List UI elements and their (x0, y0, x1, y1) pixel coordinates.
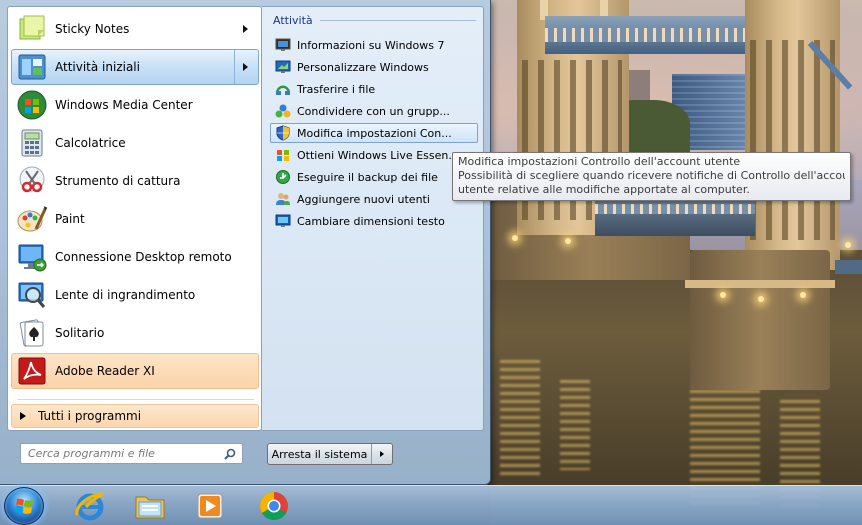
search-icon[interactable] (224, 448, 236, 460)
all-programs-button[interactable]: Tutti i programmi (11, 404, 259, 428)
all-programs-label: Tutti i programmi (38, 409, 142, 423)
windows-flag-icon (275, 147, 291, 163)
tooltip-line-1: Possibilità di scegliere quando ricevere… (458, 169, 845, 182)
task-backup[interactable]: Eseguire il backup dei file (270, 167, 478, 187)
task-label: Eseguire il backup dei file (297, 170, 438, 184)
task-text-size[interactable]: Cambiare dimensioni testo (270, 211, 478, 231)
task-personalize[interactable]: Personalizzare Windows (270, 57, 478, 77)
tooltip-title: Modifica impostazioni Controllo dell'acc… (458, 155, 741, 168)
tooltip-line-2: utente relative alle modifiche apportate… (458, 183, 750, 196)
snipping-tool-icon (16, 165, 48, 197)
windows-logo-icon (15, 498, 33, 514)
shutdown-options-button[interactable] (372, 444, 392, 464)
windows-info-icon (275, 37, 291, 53)
task-label: Modifica impostazioni Con... (297, 126, 452, 140)
program-label: Lente di ingrandimento (55, 288, 196, 302)
display-text-size-icon (275, 213, 291, 229)
search-box[interactable] (20, 443, 243, 464)
program-snipping-tool[interactable]: Strumento di cattura (11, 163, 259, 199)
media-player-icon (197, 493, 223, 519)
task-windows-live[interactable]: Ottieni Windows Live Essen... (270, 145, 478, 165)
taskbar-chrome[interactable] (244, 487, 304, 525)
magnifier-icon (16, 279, 48, 311)
getting-started-icon (16, 51, 48, 83)
program-label: Adobe Reader XI (55, 364, 155, 378)
users-icon (275, 191, 291, 207)
submenu-arrow-icon (243, 25, 248, 33)
task-add-users[interactable]: Aggiungere nuovi utenti (270, 189, 478, 209)
separator (18, 399, 254, 400)
chevron-right-icon (380, 451, 384, 457)
program-label: Attività iniziali (55, 60, 140, 74)
task-label: Aggiungere nuovi utenti (297, 192, 430, 206)
task-label: Cambiare dimensioni testo (297, 214, 445, 228)
program-label: Solitario (55, 326, 105, 340)
triangle-right-icon (20, 412, 26, 420)
start-button[interactable] (4, 487, 44, 525)
shutdown-button[interactable]: Arresta il sistema (268, 444, 372, 464)
program-magnifier[interactable]: Lente di ingrandimento (11, 277, 259, 313)
paint-icon (16, 203, 48, 235)
backup-icon (275, 169, 291, 185)
task-homegroup[interactable]: Condividere con un grupp... (270, 101, 478, 121)
program-label: Sticky Notes (55, 22, 130, 36)
program-label: Strumento di cattura (55, 174, 181, 188)
task-label: Personalizzare Windows (297, 60, 429, 74)
program-adobe-reader[interactable]: Adobe Reader XI (11, 353, 259, 389)
jump-list-header: Attività (273, 14, 313, 27)
calculator-icon (16, 127, 48, 159)
program-paint[interactable]: Paint (11, 201, 259, 237)
easy-transfer-icon (275, 81, 291, 97)
solitaire-icon (16, 317, 48, 349)
program-solitaire[interactable]: Solitario (11, 315, 259, 351)
program-remote-desktop[interactable]: Connessione Desktop remoto (11, 239, 259, 275)
adobe-reader-icon (16, 355, 48, 387)
program-label: Connessione Desktop remoto (55, 250, 232, 264)
task-uac-settings[interactable]: Modifica impostazioni Con... (270, 123, 478, 143)
start-menu: Sticky Notes Attività iniziali Windows M… (0, 0, 491, 485)
tooltip: Modifica impostazioni Controllo dell'acc… (452, 152, 851, 201)
program-getting-started[interactable]: Attività iniziali (11, 49, 259, 85)
programs-pane: Sticky Notes Attività iniziali Windows M… (7, 6, 262, 431)
task-easy-transfer[interactable]: Trasferire i file (270, 79, 478, 99)
program-windows-media-center[interactable]: Windows Media Center (11, 87, 259, 123)
task-windows-info[interactable]: Informazioni su Windows 7 (270, 35, 478, 55)
sticky-notes-icon (16, 13, 48, 45)
jump-list-divider (320, 20, 476, 21)
uac-shield-icon (275, 125, 291, 141)
submenu-arrow-icon (243, 63, 248, 71)
remote-desktop-icon (16, 241, 48, 273)
windows-media-center-icon (16, 89, 48, 121)
program-label: Calcolatrice (55, 136, 126, 150)
task-label: Ottieni Windows Live Essen... (297, 148, 459, 162)
taskbar-media-player[interactable] (180, 487, 240, 525)
windows-explorer-icon (135, 496, 165, 519)
personalize-icon (275, 59, 291, 75)
taskbar (0, 485, 862, 525)
internet-explorer-icon (75, 492, 104, 521)
task-label: Condividere con un grupp... (297, 104, 450, 118)
program-label: Paint (55, 212, 85, 226)
taskbar-internet-explorer[interactable] (60, 487, 120, 525)
search-input[interactable] (21, 447, 211, 460)
chrome-icon (260, 492, 288, 520)
task-label: Trasferire i file (297, 82, 376, 96)
program-label: Windows Media Center (55, 98, 193, 112)
task-label: Informazioni su Windows 7 (297, 38, 445, 52)
taskbar-windows-explorer[interactable] (120, 487, 180, 525)
program-calculator[interactable]: Calcolatrice (11, 125, 259, 161)
program-sticky-notes[interactable]: Sticky Notes (11, 11, 259, 47)
homegroup-icon (275, 103, 291, 119)
shutdown-control: Arresta il sistema (267, 443, 393, 465)
jump-list-pane: Attività Informazioni su Windows 7 Perso… (262, 6, 484, 431)
